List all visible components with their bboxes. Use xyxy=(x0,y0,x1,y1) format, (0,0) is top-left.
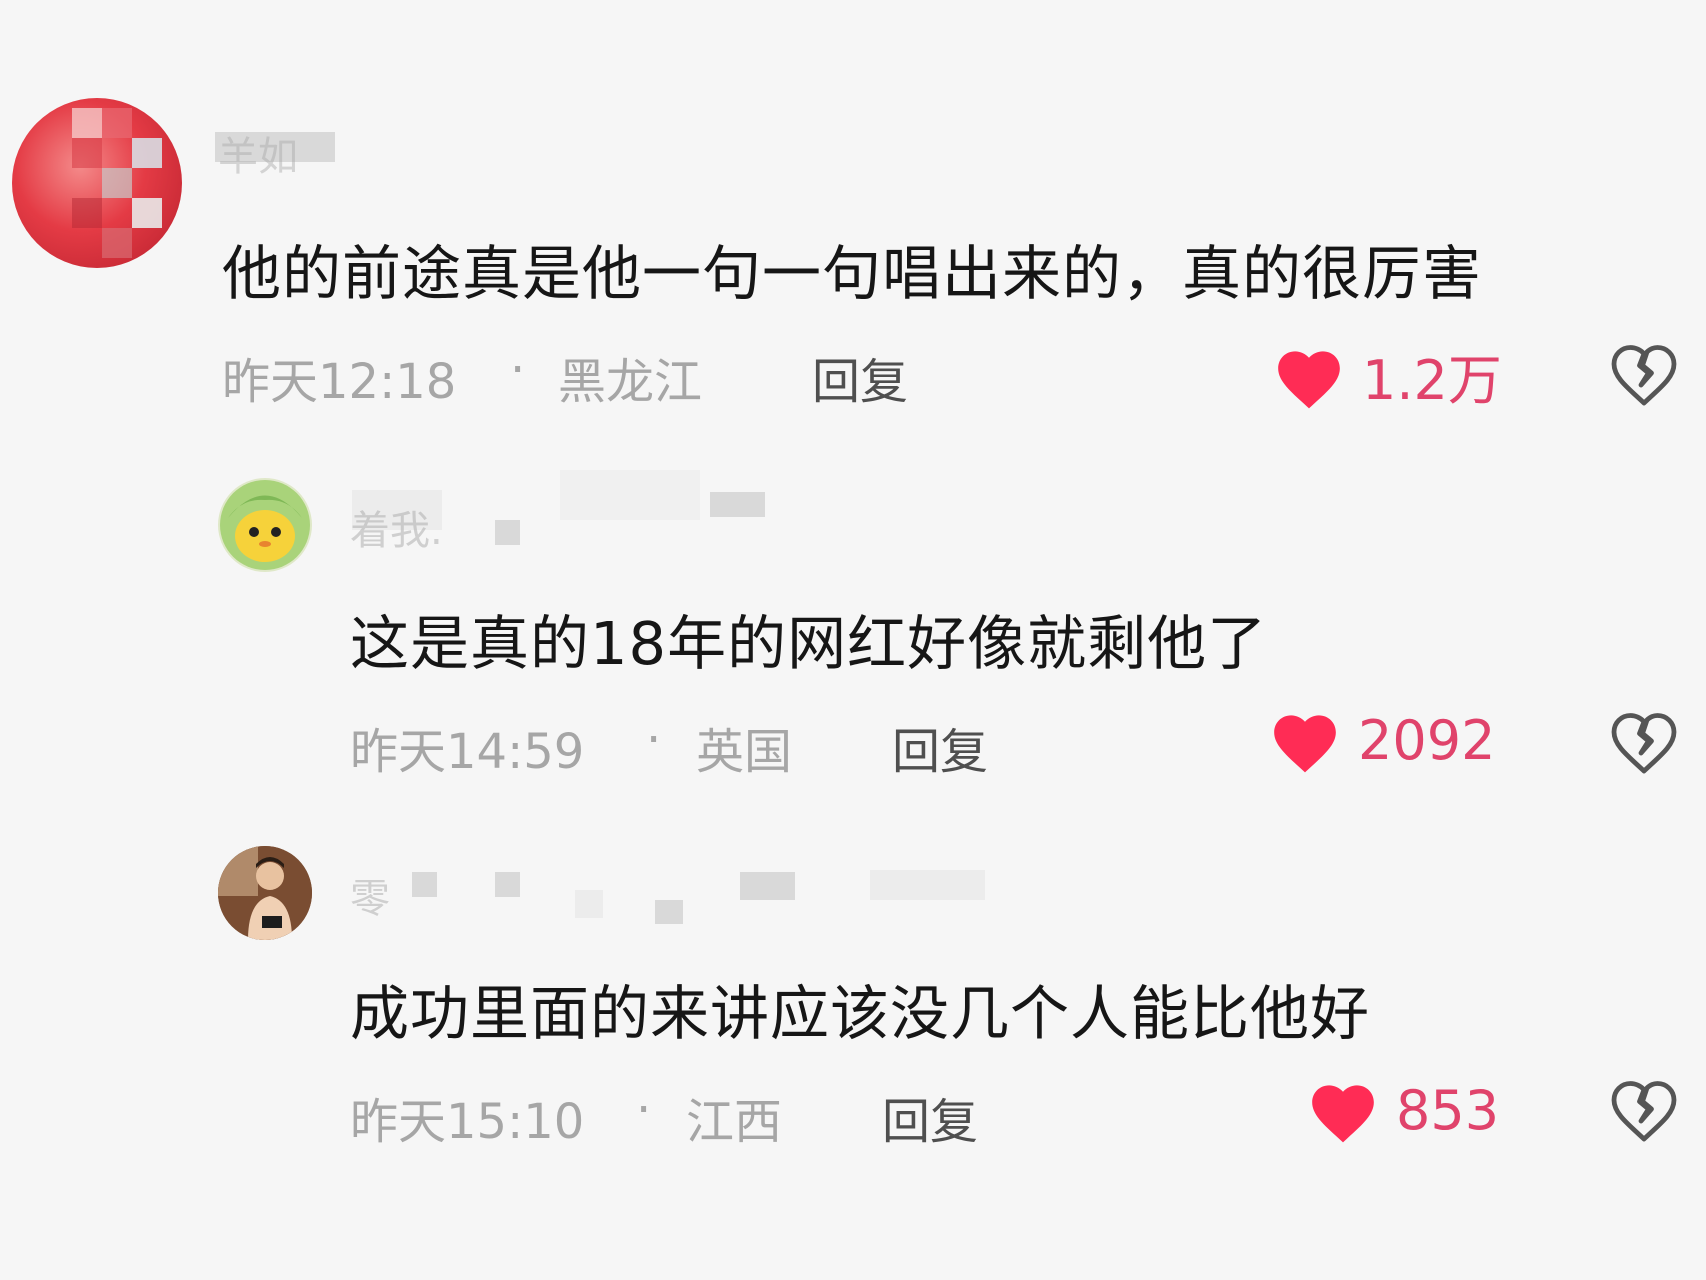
comment-timestamp: 昨天14:59 xyxy=(350,724,585,780)
reply-button[interactable]: 回复 xyxy=(812,342,908,412)
avatar[interactable] xyxy=(218,478,312,572)
comment-timestamp: 昨天15:10 xyxy=(350,1094,585,1150)
reply-button[interactable]: 回复 xyxy=(892,712,988,782)
author-redaction xyxy=(495,872,520,897)
reply-button[interactable]: 回复 xyxy=(882,1082,978,1152)
heart-icon xyxy=(1278,350,1340,408)
like-count: 2092 xyxy=(1358,708,1496,772)
comment-timestamp: 昨天12:18 xyxy=(222,354,457,410)
pixelation-overlay xyxy=(72,108,162,258)
author-name[interactable]: 羊如 xyxy=(218,124,298,182)
cartoon-face-icon xyxy=(220,480,310,570)
comment-location: 江西 xyxy=(686,1094,783,1150)
meta-separator: · xyxy=(636,1082,652,1138)
reply-item: 零 成功里面的来讲应该没几个人能比他好 昨天15:10 · 江西 回复 853 xyxy=(0,0,1706,1150)
like-button[interactable]: 1.2万 xyxy=(1272,336,1502,415)
meta-separator: · xyxy=(510,342,526,398)
like-count: 853 xyxy=(1396,1078,1500,1142)
author-redaction xyxy=(495,520,520,545)
broken-heart-icon[interactable] xyxy=(1608,708,1680,780)
author-redaction xyxy=(575,890,603,918)
avatar[interactable] xyxy=(218,846,312,940)
meta-separator: · xyxy=(646,712,662,768)
author-redaction xyxy=(412,872,437,897)
broken-heart-icon[interactable] xyxy=(1608,1076,1680,1148)
author-redaction xyxy=(560,470,700,520)
heart-icon xyxy=(1274,715,1336,773)
author-redaction xyxy=(710,492,765,517)
broken-heart-icon[interactable] xyxy=(1608,340,1680,412)
author-name[interactable]: 着我. xyxy=(350,498,443,556)
like-button[interactable]: 2092 xyxy=(1268,706,1495,774)
author-redaction xyxy=(870,870,985,900)
comment-screen: { "colors": { "background": "#f6f6f6", "… xyxy=(0,0,1706,1280)
comment-text: 这是真的18年的网红好像就剩他了 xyxy=(350,609,1268,678)
heart-icon xyxy=(1312,1085,1374,1143)
comment-text: 成功里面的来讲应该没几个人能比他好 xyxy=(350,979,1371,1048)
comment-text: 他的前途真是他一句一句唱出来的，真的很厉害 xyxy=(222,239,1483,308)
author-redaction xyxy=(740,872,795,900)
avatar[interactable] xyxy=(12,98,182,268)
author-redaction xyxy=(655,900,683,924)
comment-location: 黑龙江 xyxy=(558,354,703,410)
comment-location: 英国 xyxy=(696,724,793,780)
like-count: 1.2万 xyxy=(1362,349,1502,412)
author-name[interactable]: 零 xyxy=(350,866,390,924)
person-photo-icon xyxy=(218,846,312,940)
like-button[interactable]: 853 xyxy=(1306,1076,1499,1144)
